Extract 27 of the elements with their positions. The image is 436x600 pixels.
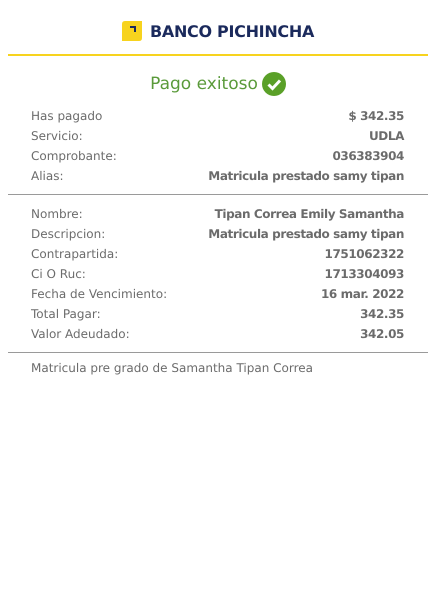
field-label: Contrapartida: xyxy=(31,247,118,261)
field-label: Total Pagar: xyxy=(31,307,101,321)
field-label: Servicio: xyxy=(31,129,83,143)
field-value: UDLA xyxy=(368,129,404,143)
field-label: Comprobante: xyxy=(31,149,117,163)
field-value: 342.05 xyxy=(360,327,404,341)
field-value: Matricula prestado samy tipan xyxy=(208,169,404,183)
logo-icon xyxy=(122,21,142,41)
field-value: Matricula prestado samy tipan xyxy=(208,227,404,241)
field-label: Has pagado xyxy=(31,109,102,123)
field-label: Alias: xyxy=(31,169,64,183)
field-value: Tipan Correa Emily Samantha xyxy=(214,207,404,221)
field-value: 342.35 xyxy=(360,307,404,321)
field-value: $ 342.35 xyxy=(348,109,404,123)
check-icon xyxy=(262,72,286,96)
field-value: 16 mar. 2022 xyxy=(320,287,404,301)
bank-name: BANCO PICHINCHA xyxy=(150,22,314,40)
field-value: 036383904 xyxy=(332,149,404,163)
payment-note: Matricula pre grado de Samantha Tipan Correa xyxy=(30,360,314,377)
field-label: Fecha de Vencimiento: xyxy=(31,287,168,301)
field-value: 1751062322 xyxy=(324,247,404,261)
field-value: 1713304093 xyxy=(324,267,404,281)
field-label: Descripcion: xyxy=(31,227,106,241)
field-label: Valor Adeudado: xyxy=(31,327,130,341)
field-label: Ci O Ruc: xyxy=(31,267,86,281)
field-label: Nombre: xyxy=(31,207,83,221)
status-title: Pago exitoso xyxy=(150,74,258,94)
